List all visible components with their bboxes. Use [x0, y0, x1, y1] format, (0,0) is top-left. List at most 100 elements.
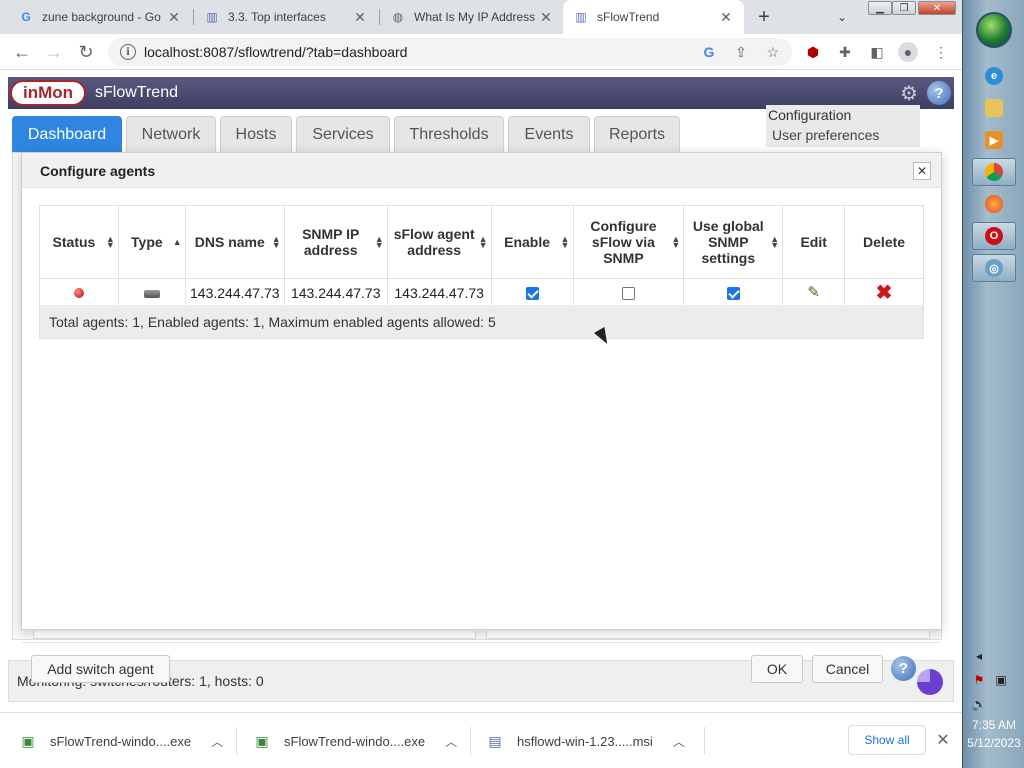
ok-button[interactable]: OK: [751, 655, 803, 683]
clock-date[interactable]: 5/12/2023: [963, 736, 1024, 750]
media-player-icon: ▶: [985, 131, 1003, 149]
edit-icon[interactable]: ✎: [806, 285, 822, 301]
profile-avatar-icon[interactable]: ●: [898, 42, 918, 62]
dns-name-cell: 143.244.47.73: [184, 278, 285, 307]
close-icon[interactable]: ✕: [934, 731, 952, 749]
activity-spinner-icon: [917, 669, 943, 695]
tab-dashboard[interactable]: Dashboard: [12, 116, 122, 152]
forward-arrow-icon[interactable]: →: [42, 40, 66, 64]
sort-icon: ▲ ▼: [105, 234, 115, 250]
taskbar-app-chrome[interactable]: [972, 158, 1016, 186]
ublock-icon[interactable]: ⬢: [804, 43, 822, 61]
chevron-up-icon[interactable]: ︿: [445, 733, 457, 750]
enable-checkbox[interactable]: [525, 287, 539, 301]
help-icon[interactable]: ?: [927, 81, 951, 105]
tab-reports[interactable]: Reports: [594, 116, 680, 152]
address-bar[interactable]: i localhost:8087/sflowtrend/?tab=dashboa…: [108, 38, 792, 66]
browser-toolbar: ← → ↻ i localhost:8087/sflowtrend/?tab=d…: [0, 34, 962, 70]
browser-tab[interactable]: ◍ What Is My IP Address ✕: [380, 0, 564, 34]
share-icon[interactable]: ⇪: [732, 43, 750, 61]
column-header-delete: Delete: [844, 205, 924, 279]
taskbar-app-network[interactable]: ◎: [972, 254, 1016, 282]
close-tab-icon[interactable]: ✕: [538, 9, 554, 25]
download-item[interactable]: ▣ sFlowTrend-windo....exe ︿: [20, 713, 223, 768]
column-label: Enable: [504, 234, 551, 250]
taskbar-app-firefox[interactable]: [972, 190, 1016, 218]
close-tab-icon[interactable]: ✕: [166, 9, 182, 25]
tray-expand-icon[interactable]: ◂: [971, 648, 987, 664]
browser-tab-active[interactable]: ▥ sFlowTrend ✕: [563, 0, 744, 34]
close-window-button[interactable]: ✕: [918, 1, 956, 15]
browser-tab[interactable]: ▥ 3.3. Top interfaces ✕: [194, 0, 378, 34]
download-item[interactable]: ▣ sFlowTrend-windo....exe ︿: [254, 713, 457, 768]
restore-button[interactable]: ❐: [892, 1, 916, 15]
chevron-down-icon[interactable]: ⌄: [832, 7, 852, 27]
browser-window: G zune background - Go ✕ ▥ 3.3. Top inte…: [0, 0, 962, 768]
sort-icon: ▲ ▼: [560, 234, 570, 250]
column-header-type[interactable]: Type ▲: [117, 205, 186, 279]
add-switch-agent-button[interactable]: Add switch agent: [31, 655, 170, 683]
delete-icon[interactable]: ✖: [876, 283, 893, 303]
tab-hosts[interactable]: Hosts: [220, 116, 292, 152]
column-header-configure-sflow[interactable]: Configure sFlow via SNMP ▲ ▼: [572, 205, 685, 279]
reload-icon[interactable]: ↻: [74, 40, 98, 64]
side-panel-icon[interactable]: ◧: [868, 43, 886, 61]
taskbar-app-explorer[interactable]: [972, 94, 1016, 122]
folder-icon: [985, 99, 1003, 117]
cancel-button[interactable]: Cancel: [812, 655, 883, 683]
tray-network-icon[interactable]: ▣: [993, 672, 1009, 688]
menu-kebab-icon[interactable]: ⋮: [932, 43, 950, 61]
user-preferences-item[interactable]: User preferences: [766, 125, 920, 145]
clock-time[interactable]: 7:35 AM: [963, 718, 1024, 732]
tab-services[interactable]: Services: [296, 116, 390, 152]
tray-flag-icon[interactable]: ⚑: [971, 672, 987, 688]
dialog-close-button[interactable]: ✕: [913, 162, 931, 180]
windows-start-button[interactable]: [976, 12, 1012, 48]
installer-file-icon: ▣: [255, 732, 269, 749]
msi-file-icon: ▤: [488, 732, 502, 749]
show-all-downloads-button[interactable]: Show all: [848, 725, 926, 755]
column-header-enable[interactable]: Enable ▲ ▼: [490, 205, 574, 279]
google-lens-icon[interactable]: G: [700, 43, 718, 61]
tab-network[interactable]: Network: [126, 116, 216, 152]
tray-volume-icon[interactable]: 🔈: [971, 696, 987, 712]
chevron-up-icon[interactable]: ︿: [673, 733, 685, 750]
tab-thresholds[interactable]: Thresholds: [394, 116, 504, 152]
use-global-snmp-checkbox[interactable]: [726, 287, 740, 301]
column-label: Edit: [800, 234, 827, 250]
minimize-button[interactable]: ▁: [868, 1, 892, 15]
configuration-menu-title[interactable]: Configuration: [766, 105, 920, 125]
dashboard-subpanel: [33, 631, 476, 639]
close-tab-icon[interactable]: ✕: [352, 9, 368, 25]
gear-icon[interactable]: ⚙: [898, 82, 920, 105]
download-item[interactable]: ▤ hsflowd-win-1.23.....msi ︿: [487, 713, 685, 768]
sflow-agent-cell: 143.244.47.73: [386, 278, 492, 307]
edit-cell: ✎: [782, 278, 846, 307]
firefox-icon: [985, 195, 1003, 213]
tab-events[interactable]: Events: [508, 116, 590, 152]
taskbar-app-media-player[interactable]: ▶: [972, 126, 1016, 154]
column-header-sflow-agent[interactable]: sFlow agent address ▲ ▼: [386, 205, 492, 279]
back-arrow-icon[interactable]: ←: [10, 40, 34, 64]
taskbar-app-ie[interactable]: e: [972, 62, 1016, 90]
help-icon[interactable]: ?: [891, 656, 916, 681]
table-row[interactable]: 143.244.47.73 143.244.47.73 143.244.47.7…: [39, 278, 924, 307]
close-tab-icon[interactable]: ✕: [718, 9, 734, 25]
configure-sflow-checkbox[interactable]: [621, 287, 635, 301]
chart-icon: ▥: [575, 10, 587, 24]
bookmark-star-icon[interactable]: ☆: [764, 43, 782, 61]
info-icon[interactable]: i: [120, 44, 136, 60]
column-header-dns-name[interactable]: DNS name ▲ ▼: [184, 205, 285, 279]
column-header-use-global-snmp[interactable]: Use global SNMP settings ▲ ▼: [683, 205, 784, 279]
chevron-up-icon[interactable]: ︿: [211, 733, 223, 750]
new-tab-button[interactable]: +: [752, 5, 776, 29]
column-label: Use global SNMP settings: [692, 218, 764, 266]
extensions-icon[interactable]: ✚: [836, 43, 854, 61]
column-header-snmp-ip[interactable]: SNMP IP address ▲ ▼: [283, 205, 388, 279]
column-header-status[interactable]: Status ▲ ▼: [39, 205, 119, 279]
status-cell: [39, 278, 119, 307]
installer-file-icon: ▣: [21, 732, 35, 749]
taskbar-app-opera[interactable]: O: [972, 222, 1016, 250]
browser-tab[interactable]: G zune background - Go ✕: [8, 0, 192, 34]
screen: G zune background - Go ✕ ▥ 3.3. Top inte…: [0, 0, 1024, 768]
